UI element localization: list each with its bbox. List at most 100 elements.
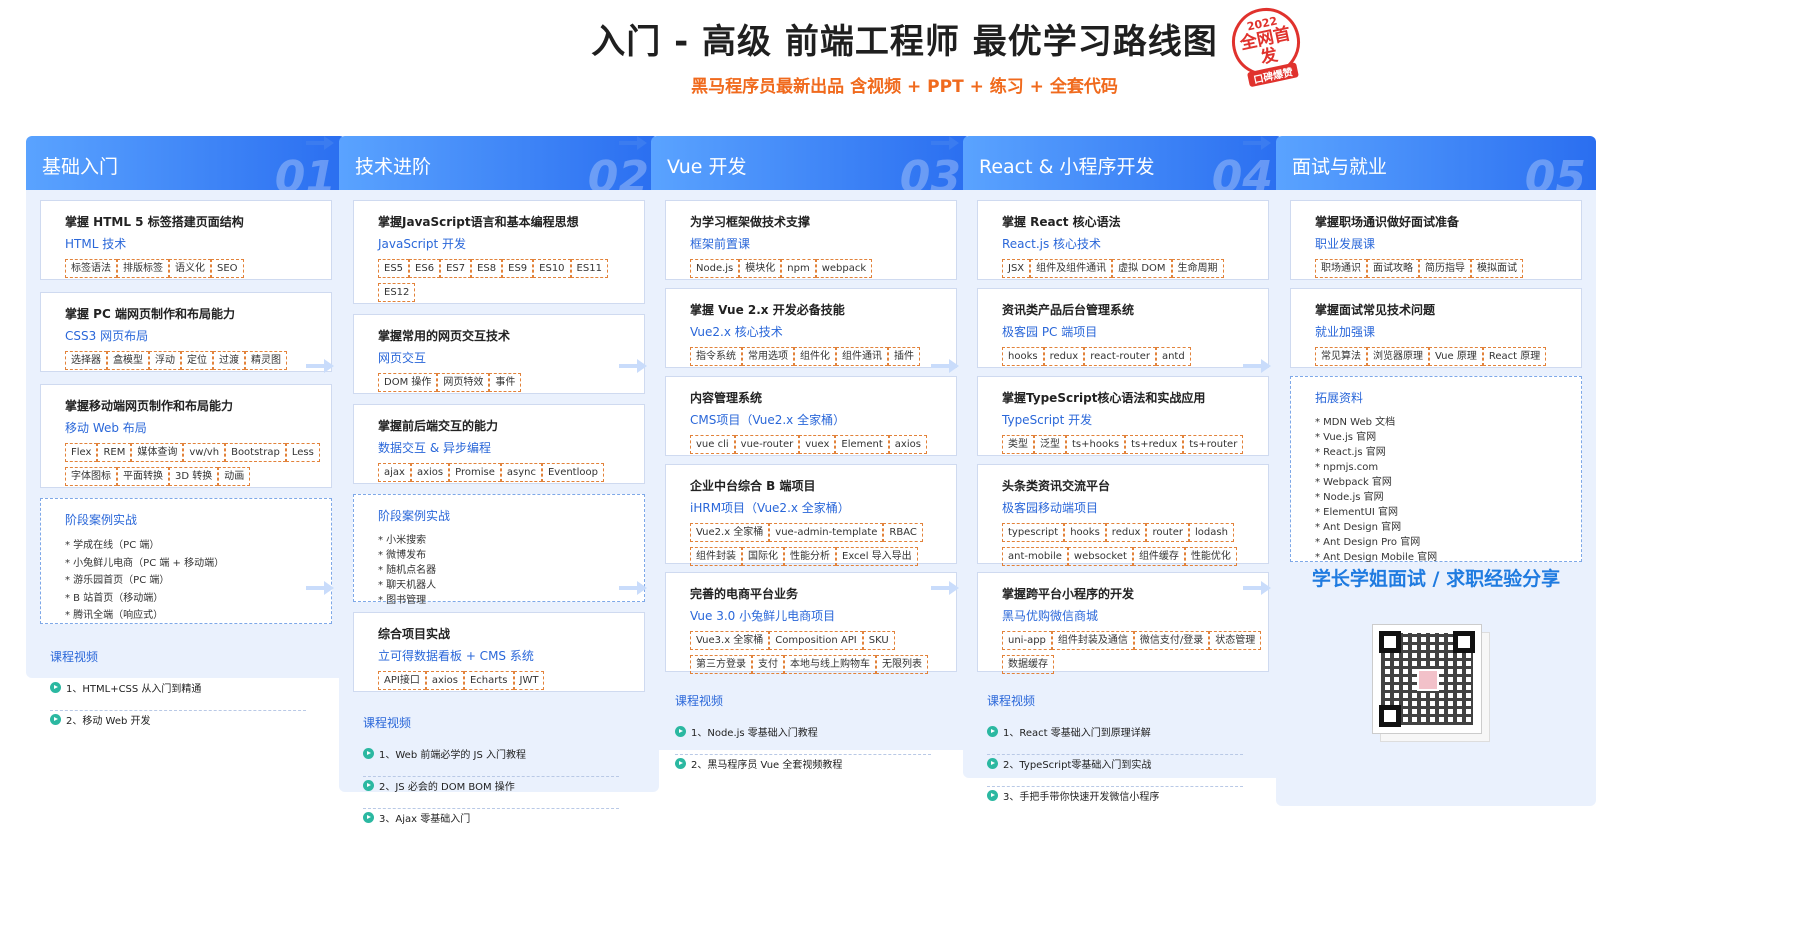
- tag: 性能分析: [784, 547, 836, 566]
- card-subtitle: Vue 3.0 小兔鲜儿电商项目: [690, 609, 836, 623]
- play-icon: [987, 758, 998, 769]
- play-icon: [363, 748, 374, 759]
- tag: 过渡: [213, 351, 245, 370]
- card-title: 掌握移动端网页制作和布局能力: [65, 399, 234, 413]
- tag-list: hooks redux react-router antd: [1002, 347, 1264, 371]
- stage-number: 05: [1524, 152, 1586, 190]
- tag-list: JSX 组件及组件通讯 虚拟 DOM 生命周期: [1002, 259, 1264, 283]
- tag: 事件: [489, 373, 522, 392]
- card-title: 掌握TypeScript核心语法和实战应用: [1002, 391, 1206, 405]
- tag: 生命周期: [1171, 259, 1224, 278]
- video-link[interactable]: 1、Web 前端必学的 JS 入门教程: [363, 745, 619, 777]
- course-videos: 课程视频 1、React 零基础入门到原理详解 2、TypeScript零基础入…: [977, 692, 1269, 819]
- case-practice-box: 阶段案例实战 * 学成在线（PC 端） * 小兔鲜儿电商（PC 端 + 移动端）…: [40, 498, 332, 624]
- video-link[interactable]: 3、Ajax 零基础入门: [363, 809, 619, 841]
- case-practice-box: 阶段案例实战 * 小米搜索 * 微博发布 * 随机点名器 * 聊天机器人 * 图…: [353, 494, 645, 606]
- tag: SKU: [862, 631, 895, 650]
- arrow-right-icon: [1243, 359, 1271, 373]
- topic-card: 完善的电商平台业务 Vue 3.0 小兔鲜儿电商项目 Vue3.x 全家桶 Co…: [665, 572, 957, 674]
- play-icon: [363, 812, 374, 823]
- video-label: 1、Node.js 零基础入门教程: [691, 728, 818, 739]
- tag: 本地与线上购物车: [784, 655, 876, 674]
- tag: 面试攻略: [1367, 259, 1419, 278]
- tag-list: typescript hooks redux router lodash ant…: [1002, 523, 1264, 571]
- tag: 简历指导: [1419, 259, 1471, 278]
- stage-header: 技术进阶 02: [339, 136, 659, 190]
- video-link[interactable]: 2、黑马程序员 Vue 全套视频教程: [675, 755, 931, 787]
- tag: 模块化: [739, 259, 782, 278]
- play-icon: [987, 790, 998, 801]
- card-subtitle: 职业发展课: [1315, 237, 1376, 251]
- tag: JSX: [1002, 259, 1031, 278]
- videos-title: 课程视频: [363, 716, 412, 730]
- qr-code[interactable]: [1372, 624, 1482, 734]
- tag: 标签语法: [65, 259, 117, 278]
- card-subtitle: iHRM项目（Vue2.x 全家桶）: [690, 501, 850, 515]
- tag: 虚拟 DOM: [1112, 259, 1172, 278]
- play-icon: [50, 714, 61, 725]
- list-item: * npmjs.com: [1315, 462, 1379, 473]
- tag: REM: [97, 443, 132, 462]
- tag: Promise: [449, 463, 501, 482]
- tag: Element: [835, 435, 889, 454]
- extended-resources-box: 拓展资料 * MDN Web 文档 * Vue.js 官网 * React.js…: [1290, 376, 1582, 563]
- tag: vue cli: [690, 435, 735, 454]
- box-list: * 学成在线（PC 端） * 小兔鲜儿电商（PC 端 + 移动端） * 游乐园首…: [65, 537, 224, 625]
- video-link[interactable]: 2、移动 Web 开发: [50, 711, 306, 743]
- tag: 常见算法: [1315, 347, 1367, 366]
- video-link[interactable]: 1、Node.js 零基础入门教程: [675, 723, 931, 755]
- tag: 盒模型: [107, 351, 149, 370]
- tag: lodash: [1189, 523, 1234, 542]
- card-subtitle: 数据交互 & 异步编程: [378, 441, 491, 455]
- tag-list: 标签语法 排版标签 语义化 SEO: [65, 259, 327, 283]
- tag: Flex: [65, 443, 98, 462]
- stage-number: 01: [274, 152, 336, 190]
- card-title: 企业中台综合 B 端项目: [690, 479, 816, 493]
- tag: 常用选项: [742, 347, 794, 366]
- page-title: 入门 - 高级 前端工程师 最优学习路线图: [591, 22, 1218, 62]
- stage-header: 面试与就业 05: [1276, 136, 1596, 190]
- list-item: * Ant Design Mobile 官网: [1315, 552, 1438, 563]
- topic-card: 综合项目实战 立可得数据看板 + CMS 系统 API接口 axios Echa…: [353, 612, 645, 692]
- video-link[interactable]: 2、TypeScript零基础入门到实战: [987, 755, 1243, 787]
- list-item: * Ant Design Pro 官网: [1315, 537, 1421, 548]
- tag: DOM 操作: [378, 373, 438, 392]
- list-item: * MDN Web 文档: [1315, 417, 1396, 428]
- tag: 浏览器原理: [1367, 347, 1429, 366]
- stage-name: 面试与就业: [1292, 156, 1388, 178]
- tag: Less: [285, 443, 320, 462]
- card-title: 掌握 React 核心语法: [1002, 215, 1121, 229]
- play-icon: [363, 780, 374, 791]
- tag-list: 选择器 盒模型 浮动 定位 过渡 精灵图: [65, 351, 327, 375]
- video-label: 3、手把手带你快速开发微信小程序: [1003, 792, 1160, 803]
- arrow-right-icon: [931, 581, 959, 595]
- video-link[interactable]: 1、HTML+CSS 从入门到精通: [50, 679, 306, 711]
- tag: API接口: [378, 671, 426, 690]
- tag: redux: [1105, 523, 1147, 542]
- tag: Composition API: [769, 631, 863, 650]
- tag: 微信支付/登录: [1133, 631, 1210, 650]
- video-link[interactable]: 3、手把手带你快速开发微信小程序: [987, 787, 1243, 819]
- tag: 精灵图: [245, 351, 287, 370]
- arrow-right-icon: [619, 136, 647, 150]
- tag-list: 职场通识 面试攻略 简历指导 模拟面试: [1315, 259, 1577, 283]
- tag: vuex: [799, 435, 836, 454]
- play-icon: [675, 758, 686, 769]
- tag: ajax: [378, 463, 411, 482]
- list-item: * 学成在线（PC 端）: [65, 540, 160, 551]
- tag: 组件通讯: [836, 347, 888, 366]
- video-link[interactable]: 2、JS 必会的 DOM BOM 操作: [363, 777, 619, 809]
- list-item: * 聊天机器人: [378, 580, 437, 591]
- tag-list: Node.js 模块化 npm webpack: [690, 259, 952, 283]
- tag: hooks: [1064, 523, 1106, 542]
- card-subtitle: 黑马优购微信商城: [1002, 609, 1099, 623]
- video-link[interactable]: 1、React 零基础入门到原理详解: [987, 723, 1243, 755]
- qr-finder: [1379, 705, 1401, 727]
- tag: ES7: [440, 259, 472, 278]
- course-videos: 课程视频 1、HTML+CSS 从入门到精通 2、移动 Web 开发: [40, 648, 332, 743]
- tag: webpack: [815, 259, 873, 278]
- card-subtitle: 移动 Web 布局: [65, 421, 147, 435]
- stage-header: React & 小程序开发 04: [963, 136, 1283, 190]
- tag: 支付: [752, 655, 784, 674]
- tag-list: 类型 泛型 ts+hooks ts+redux ts+router: [1002, 435, 1264, 459]
